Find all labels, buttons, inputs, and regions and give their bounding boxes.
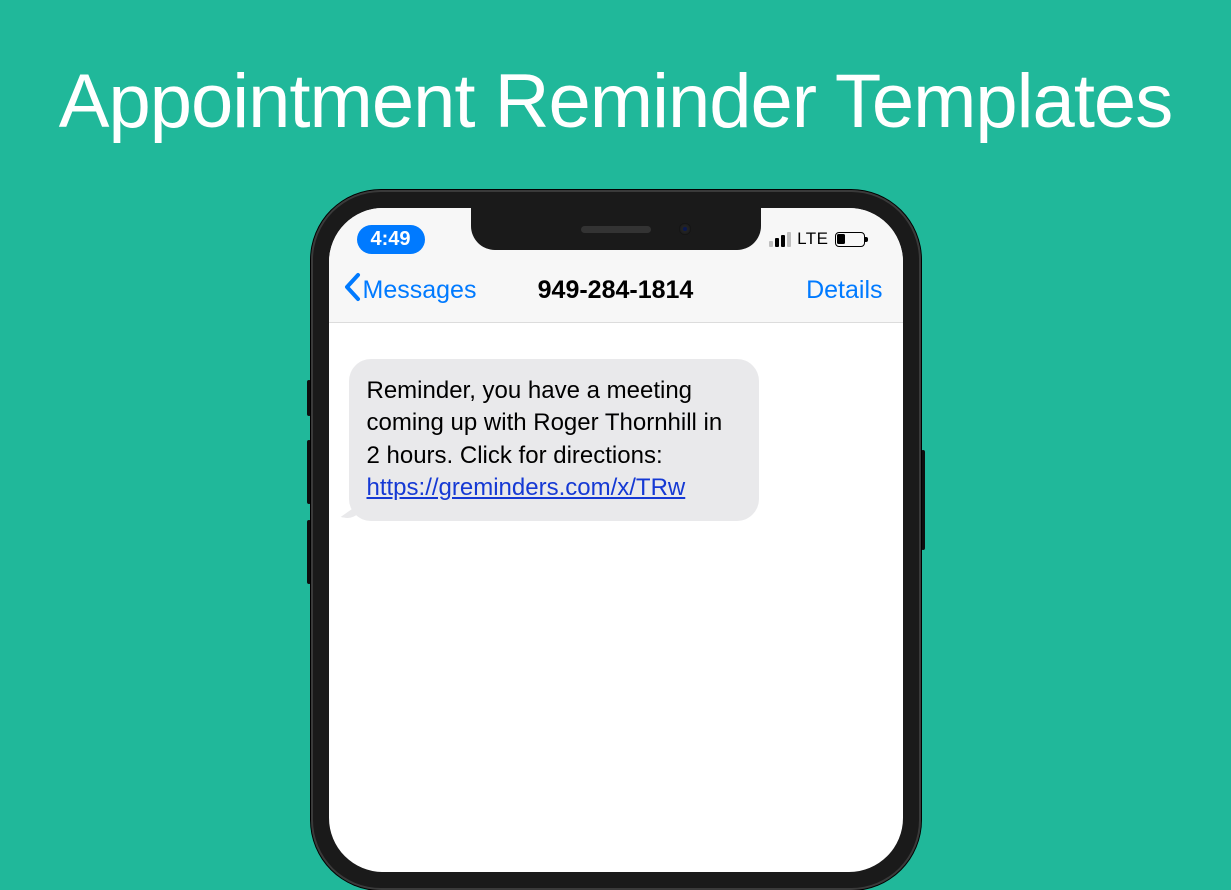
status-indicators: LTE xyxy=(769,229,864,249)
page-headline: Appointment Reminder Templates xyxy=(0,0,1231,145)
phone-screen: 4:49 LTE Messages 949-284-1814 D xyxy=(329,208,903,872)
power-button xyxy=(921,450,925,550)
network-label: LTE xyxy=(797,229,828,249)
back-button[interactable]: Messages xyxy=(343,272,477,308)
speaker-grille xyxy=(581,226,651,233)
message-link[interactable]: https://greminders.com/x/TRw xyxy=(367,474,686,501)
phone-frame: 4:49 LTE Messages 949-284-1814 D xyxy=(311,190,921,890)
message-text: Reminder, you have a meeting coming up w… xyxy=(367,377,723,469)
messages-nav-bar: Messages 949-284-1814 Details xyxy=(329,260,903,323)
details-button[interactable]: Details xyxy=(806,276,882,305)
conversation-title[interactable]: 949-284-1814 xyxy=(538,276,694,305)
back-label: Messages xyxy=(363,276,477,305)
messages-list[interactable]: Reminder, you have a meeting coming up w… xyxy=(329,323,903,557)
front-camera xyxy=(679,223,691,235)
phone-mockup: 4:49 LTE Messages 949-284-1814 D xyxy=(311,190,921,890)
signal-icon xyxy=(769,232,791,247)
battery-icon xyxy=(835,232,865,247)
incoming-message-bubble[interactable]: Reminder, you have a meeting coming up w… xyxy=(349,359,759,521)
chevron-left-icon xyxy=(343,272,361,308)
status-time[interactable]: 4:49 xyxy=(357,225,425,254)
notch xyxy=(471,208,761,250)
